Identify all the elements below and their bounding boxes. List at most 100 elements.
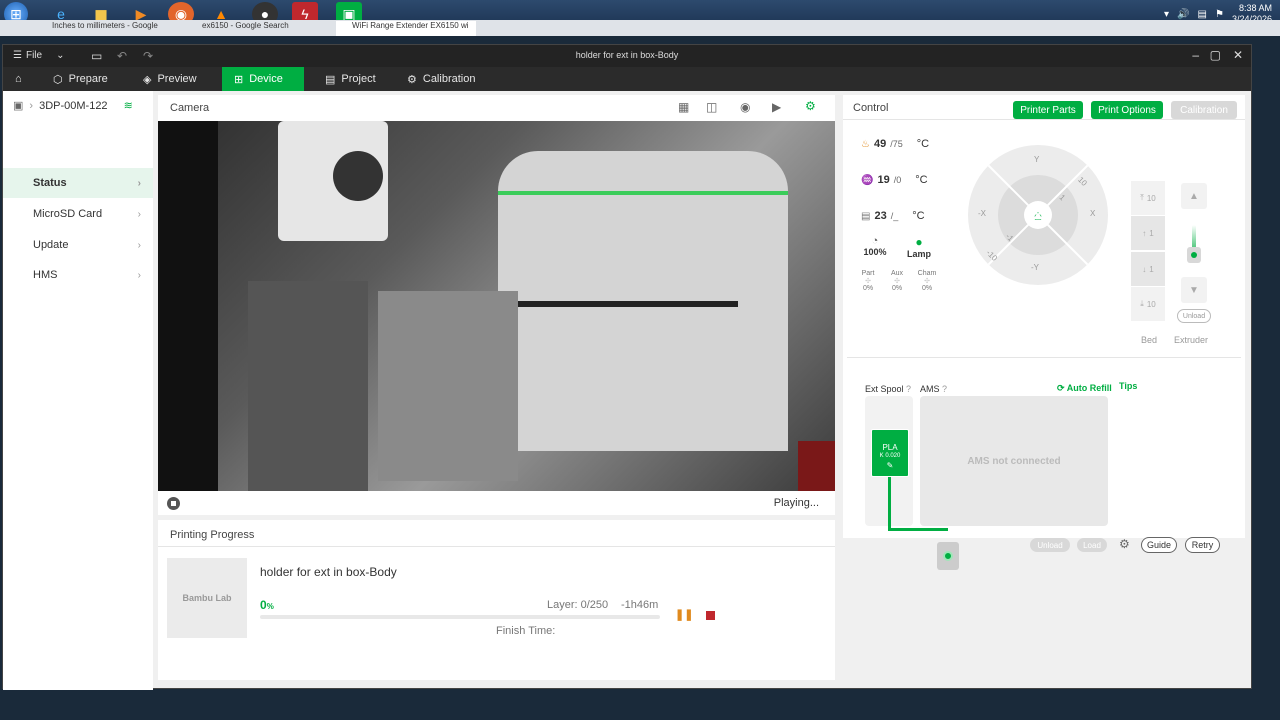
- device-icon: ⊞: [234, 73, 244, 86]
- browser-tab[interactable]: Inches to millimeters - Google: [36, 21, 166, 36]
- fan-part[interactable]: Part ✣ 0%: [856, 270, 880, 292]
- extrude-down-button[interactable]: ▼: [1181, 277, 1207, 303]
- jog-plus-10[interactable]: 10: [1076, 175, 1089, 188]
- chamber-temp[interactable]: ▤ 23 /_ °C: [861, 210, 925, 222]
- close-icon[interactable]: ✕: [1233, 48, 1243, 62]
- stop-icon: [171, 501, 176, 506]
- timelapse-icon[interactable]: ◫: [706, 100, 717, 114]
- volume-icon[interactable]: 🔊: [1177, 9, 1189, 20]
- load-button[interactable]: Load: [1077, 538, 1107, 552]
- progress-bar: [260, 615, 660, 619]
- bed-up-1-button[interactable]: ↑ 1: [1131, 216, 1165, 250]
- jog-minus-10[interactable]: -10: [985, 248, 1000, 263]
- xy-jog-wheel[interactable]: ⌂ Y -Y X -X 10 1 -1 -10: [968, 145, 1108, 285]
- retry-button[interactable]: Retry: [1185, 537, 1220, 553]
- tips-link[interactable]: Tips: [1119, 381, 1137, 391]
- sidebar-item-hms[interactable]: HMS ›: [3, 260, 153, 290]
- auto-refill-label: Auto Refill: [1066, 383, 1112, 393]
- nozzle-temp[interactable]: ♨ 49 /75 °C: [861, 138, 929, 150]
- bed-label: Bed: [1141, 335, 1158, 345]
- help-icon[interactable]: ?: [906, 384, 911, 394]
- refresh-icon: ⟳: [1057, 383, 1065, 393]
- bed-temp[interactable]: ♒ 19 /0 °C: [861, 174, 928, 186]
- nozzle-temp-target: /75: [890, 139, 903, 149]
- stream-status: Playing...: [773, 497, 819, 509]
- camera-settings-icon[interactable]: ⚙: [805, 99, 816, 113]
- printer-selector[interactable]: ▣ › 3DP-00M-122 ≋: [13, 99, 153, 113]
- bed-up-10-button[interactable]: ⤒ 10: [1131, 181, 1165, 215]
- ext-spool-label: Ext Spool ?: [865, 384, 911, 394]
- browser-tab[interactable]: ex6150 - Google Search: [186, 21, 316, 36]
- tab-prepare[interactable]: ⬡ Prepare: [41, 67, 120, 91]
- sidebar-item-status[interactable]: Status ›: [3, 168, 153, 198]
- browser-tab[interactable]: WiFi Range Extender EX6150 wi: [336, 21, 476, 36]
- bed-step-label: 10: [1146, 193, 1156, 203]
- bed-down-1-button[interactable]: ↓ 1: [1131, 252, 1165, 286]
- auto-refill-button[interactable]: ⟳ Auto Refill: [1057, 383, 1112, 394]
- nozzle-icon: ♨: [861, 139, 870, 150]
- guide-button[interactable]: Guide: [1141, 537, 1177, 553]
- filament-path-horizontal: [888, 528, 948, 531]
- jog-y-plus[interactable]: Y: [1034, 155, 1039, 164]
- job-name: holder for ext in box-Body: [260, 565, 397, 579]
- webcam-icon[interactable]: ◉: [740, 100, 750, 114]
- lamp-toggle[interactable]: ● Lamp: [903, 235, 935, 259]
- extrude-up-button[interactable]: ▲: [1181, 183, 1207, 209]
- bed-temp-target: /0: [893, 175, 902, 185]
- chevron-right-icon: ›: [137, 208, 141, 220]
- bed-down-10-button[interactable]: ⤓ 10: [1131, 287, 1165, 321]
- main-nav: ⌂ ⬡ Prepare ◈ Preview ⊞ Device ▤ Project…: [3, 67, 1251, 91]
- extruder-unload-button[interactable]: Unload: [1177, 309, 1211, 323]
- jog-x-minus[interactable]: -X: [978, 209, 986, 218]
- lamp-icon: ●: [915, 235, 923, 249]
- stop-print-button[interactable]: [706, 611, 715, 620]
- camera-title: Camera: [170, 102, 210, 114]
- sd-card-icon[interactable]: ▦: [678, 100, 689, 114]
- ams-settings-icon[interactable]: ⚙: [1119, 537, 1130, 551]
- printer-parts-button[interactable]: Printer Parts: [1013, 101, 1083, 119]
- filament-k: K 0.020: [879, 453, 901, 459]
- tab-project[interactable]: ▤ Project: [313, 67, 388, 91]
- maximize-icon[interactable]: ▢: [1210, 48, 1221, 62]
- sidebar-item-label: HMS: [33, 269, 58, 281]
- speed-control[interactable]: ◔ 100%: [861, 235, 889, 257]
- help-icon[interactable]: ?: [942, 384, 947, 394]
- record-video-icon[interactable]: ▶: [772, 100, 781, 114]
- minimize-icon[interactable]: –: [1192, 48, 1199, 62]
- jog-x-plus[interactable]: X: [1090, 209, 1095, 218]
- print-options-button[interactable]: Print Options: [1091, 101, 1163, 119]
- network-icon[interactable]: ▤: [1198, 9, 1207, 20]
- sidebar-item-update[interactable]: Update ›: [3, 230, 153, 260]
- home-icon[interactable]: ⌂: [3, 67, 35, 91]
- fan-icon: ✣: [865, 278, 871, 285]
- progress-title: Printing Progress: [170, 529, 255, 541]
- nozzle-temp-current: 49: [873, 138, 887, 150]
- chevron-up-icon[interactable]: ▾: [1164, 9, 1169, 20]
- toolhead-icon: [937, 542, 959, 570]
- stop-stream-button[interactable]: [167, 497, 180, 510]
- fan-chamber[interactable]: Cham ✣ 0%: [915, 270, 939, 292]
- camera-feed: [158, 121, 835, 491]
- sidebar-item-label: MicroSD Card: [33, 208, 103, 220]
- tab-prepare-label: Prepare: [68, 73, 108, 85]
- progress-percent: 0%: [260, 598, 274, 612]
- tab-preview[interactable]: ◈ Preview: [131, 67, 209, 91]
- edit-icon[interactable]: ✎: [872, 461, 908, 470]
- jog-y-minus[interactable]: -Y: [1031, 263, 1039, 272]
- fan-aux[interactable]: Aux ✣ 0%: [885, 270, 909, 292]
- tab-calibration[interactable]: ⚙ Calibration: [395, 67, 487, 91]
- fan-value: 0%: [921, 285, 933, 292]
- tab-project-label: Project: [341, 73, 376, 85]
- flag-icon[interactable]: ⚑: [1215, 9, 1224, 20]
- filament-tray[interactable]: PLA K 0.020 ✎: [871, 429, 909, 477]
- time-left: -1h46m: [621, 599, 659, 611]
- filament-path-vertical: [888, 477, 891, 531]
- sidebar-item-microsd[interactable]: MicroSD Card ›: [3, 199, 153, 229]
- unload-button[interactable]: Unload: [1030, 538, 1070, 552]
- chamber-temp-unit: °C: [912, 210, 925, 222]
- project-icon: ▤: [325, 73, 336, 86]
- sidebar-item-label: Status: [33, 177, 67, 189]
- pause-button[interactable]: ❚❚: [675, 608, 693, 621]
- calibration-button[interactable]: Calibration: [1171, 101, 1237, 119]
- tab-device[interactable]: ⊞ Device: [222, 67, 304, 91]
